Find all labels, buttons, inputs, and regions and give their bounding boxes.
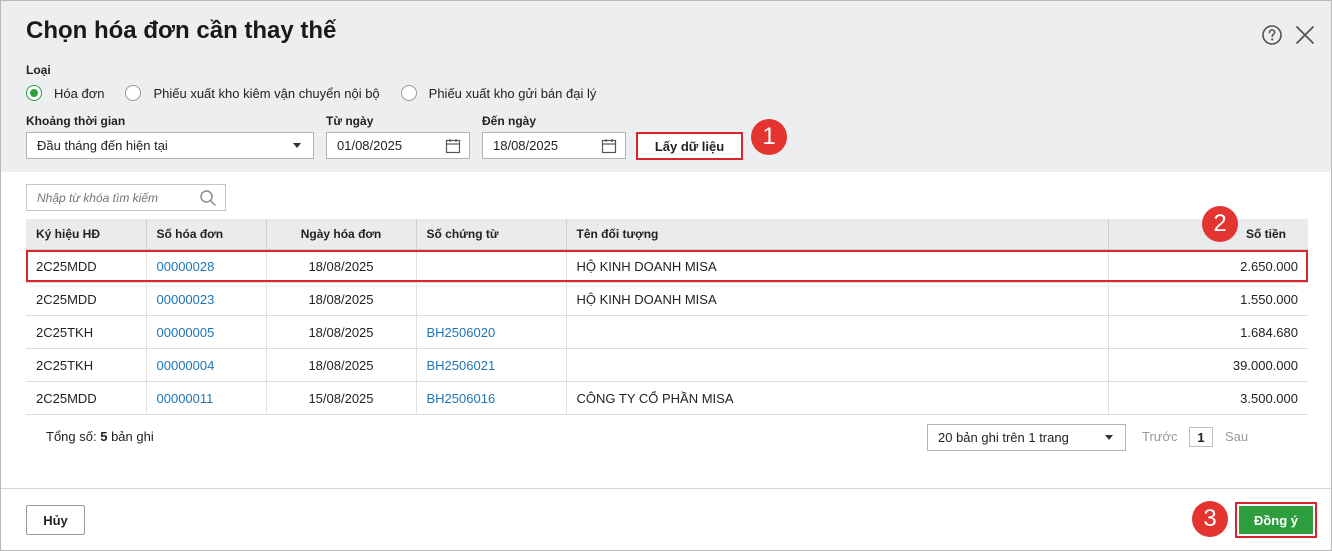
radio-unchecked-icon — [400, 85, 417, 101]
cell-date: 18/08/2025 — [266, 282, 417, 316]
invoice-table: Ký hiệu HĐ Số hóa đơn Ngày hóa đơn Số ch… — [26, 219, 1308, 415]
radio-label: Hóa đơn — [54, 85, 105, 101]
ok-button-highlight: Đồng ý — [1235, 502, 1317, 538]
cell-invoice-number-link[interactable]: 00000011 — [146, 381, 267, 415]
cell-customer — [566, 315, 1109, 349]
cell-date: 18/08/2025 — [266, 348, 417, 382]
page-size-select[interactable]: 20 bản ghi trên 1 trang — [927, 424, 1126, 451]
next-page-button[interactable]: Sau — [1225, 429, 1248, 444]
current-page[interactable]: 1 — [1189, 427, 1213, 447]
cell-voucher-link[interactable] — [416, 282, 567, 316]
cell-symbol: 2C25TKH — [26, 315, 147, 349]
col-customer-name[interactable]: Tên đối tượng — [566, 219, 1109, 250]
table-header-row: Ký hiệu HĐ Số hóa đơn Ngày hóa đơn Số ch… — [26, 219, 1308, 250]
cell-amount: 39.000.000 — [1108, 348, 1308, 382]
radio-label: Phiếu xuất kho kiêm vận chuyển nội bộ — [153, 85, 380, 101]
cell-invoice-number-link[interactable]: 00000023 — [146, 282, 267, 316]
cell-amount: 3.500.000 — [1108, 381, 1308, 415]
table-row[interactable]: 2C25MDD 00000011 15/08/2025 BH2506016 CÔ… — [26, 381, 1308, 415]
ok-button[interactable]: Đồng ý — [1239, 506, 1313, 534]
type-label: Loại — [26, 63, 51, 77]
fetch-data-button[interactable]: Lấy dữ liệu — [636, 132, 743, 160]
cell-date: 18/08/2025 — [266, 249, 417, 283]
calendar-icon[interactable] — [445, 138, 461, 154]
cell-voucher-link[interactable] — [416, 249, 567, 283]
radio-label: Phiếu xuất kho gửi bán đại lý — [428, 85, 597, 101]
chevron-down-icon — [293, 143, 301, 148]
radio-agent-consignment[interactable]: Phiếu xuất kho gửi bán đại lý — [400, 85, 597, 101]
footer-divider — [1, 488, 1331, 489]
cell-symbol: 2C25MDD — [26, 249, 147, 283]
col-invoice-number[interactable]: Số hóa đơn — [146, 219, 267, 250]
to-date-value: 18/08/2025 — [493, 138, 559, 153]
period-select[interactable]: Đầu tháng đến hiện tại — [26, 132, 314, 159]
period-label: Khoảng thời gian — [26, 114, 126, 128]
from-date-value: 01/08/2025 — [337, 138, 403, 153]
filter-area: Chọn hóa đơn cần thay thế Loại Hóa đơn P… — [1, 1, 1331, 172]
calendar-icon[interactable] — [601, 138, 617, 154]
page-size-value: 20 bản ghi trên 1 trang — [938, 430, 1069, 445]
to-date-label: Đến ngày — [482, 114, 537, 128]
cell-date: 18/08/2025 — [266, 315, 417, 349]
radio-internal-transfer[interactable]: Phiếu xuất kho kiêm vận chuyển nội bộ — [125, 85, 380, 101]
cell-symbol: 2C25TKH — [26, 348, 147, 382]
table-row[interactable]: 2C25MDD 00000023 18/08/2025 HỘ KINH DOAN… — [26, 282, 1308, 316]
cell-invoice-number-link[interactable]: 00000028 — [146, 249, 267, 283]
cell-customer: CÔNG TY CỔ PHẦN MISA — [566, 381, 1109, 415]
cell-customer: HỘ KINH DOANH MISA — [566, 249, 1109, 283]
replace-invoice-dialog: Chọn hóa đơn cần thay thế Loại Hóa đơn P… — [0, 0, 1332, 551]
total-suffix: bản ghi — [111, 429, 154, 444]
col-invoice-date[interactable]: Ngày hóa đơn — [266, 219, 417, 250]
cell-date: 15/08/2025 — [266, 381, 417, 415]
cell-invoice-number-link[interactable]: 00000004 — [146, 348, 267, 382]
from-date-label: Từ ngày — [326, 114, 374, 128]
cell-invoice-number-link[interactable]: 00000005 — [146, 315, 267, 349]
col-invoice-symbol[interactable]: Ký hiệu HĐ — [26, 219, 147, 250]
from-date-field[interactable]: 01/08/2025 — [326, 132, 470, 159]
cell-voucher-link[interactable]: BH2506021 — [416, 348, 567, 382]
total-count: 5 — [100, 429, 108, 444]
chevron-down-icon — [1105, 435, 1113, 440]
radio-checked-icon — [26, 85, 42, 101]
step-badge-2: 2 — [1202, 206, 1238, 242]
search-input[interactable] — [27, 189, 199, 206]
prev-page-button[interactable]: Trước — [1142, 429, 1178, 444]
step-badge-3: 3 — [1192, 501, 1228, 537]
close-icon[interactable] — [1295, 25, 1315, 45]
cell-customer: HỘ KINH DOANH MISA — [566, 282, 1109, 316]
search-box[interactable] — [26, 184, 226, 211]
period-value: Đầu tháng đến hiện tại — [37, 138, 168, 153]
cell-customer — [566, 348, 1109, 382]
help-icon[interactable] — [1262, 25, 1282, 45]
total-records: Tổng số: 5 bản ghi — [46, 429, 154, 444]
radio-invoice[interactable]: Hóa đơn — [26, 85, 104, 101]
cancel-button[interactable]: Hủy — [26, 505, 85, 535]
cell-symbol: 2C25MDD — [26, 381, 147, 415]
table-row[interactable]: 2C25TKH 00000005 18/08/2025 BH2506020 1.… — [26, 315, 1308, 349]
table-row[interactable]: 2C25MDD 00000028 18/08/2025 HỘ KINH DOAN… — [26, 249, 1308, 283]
cell-amount: 2.650.000 — [1108, 249, 1308, 283]
step-badge-1: 1 — [751, 119, 787, 155]
to-date-field[interactable]: 18/08/2025 — [482, 132, 626, 159]
table-row[interactable]: 2C25TKH 00000004 18/08/2025 BH2506021 39… — [26, 348, 1308, 382]
cell-voucher-link[interactable]: BH2506020 — [416, 315, 567, 349]
search-icon[interactable] — [199, 189, 217, 207]
total-prefix: Tổng số: — [46, 429, 97, 444]
cell-voucher-link[interactable]: BH2506016 — [416, 381, 567, 415]
col-voucher-number[interactable]: Số chứng từ — [416, 219, 567, 250]
type-radio-group: Hóa đơn Phiếu xuất kho kiêm vận chuyển n… — [26, 83, 617, 103]
dialog-title: Chọn hóa đơn cần thay thế — [26, 17, 337, 44]
cell-amount: 1.684.680 — [1108, 315, 1308, 349]
radio-unchecked-icon — [125, 85, 142, 101]
cell-amount: 1.550.000 — [1108, 282, 1308, 316]
cell-symbol: 2C25MDD — [26, 282, 147, 316]
